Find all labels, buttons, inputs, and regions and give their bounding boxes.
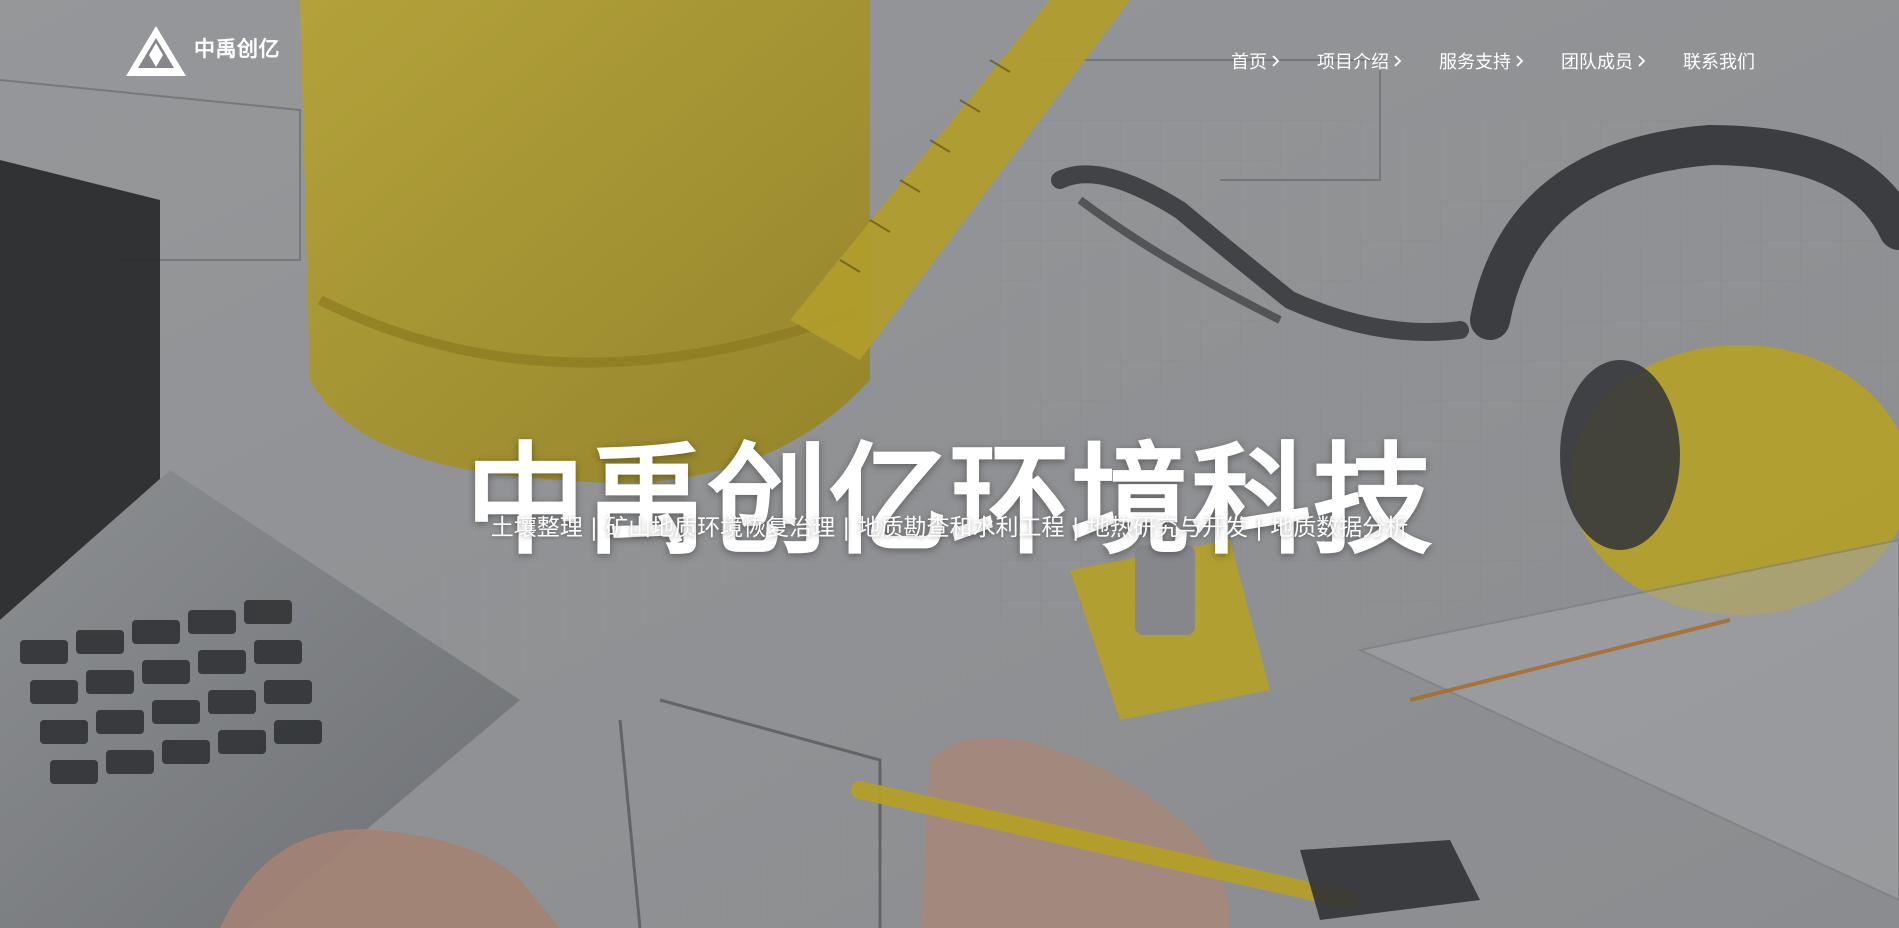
hero-title: 中禹创亿环境科技 <box>465 432 1434 572</box>
nav-contact-label: 联系我们 <box>1683 52 1755 73</box>
hero-subtitle: 土壤整理 | 矿山地质环境恢复治理 | 地质勘查和水利工程 | 地热研究与开发 … <box>490 515 1409 541</box>
chevron-right-icon <box>1516 55 1524 67</box>
brand-name: 中禹创亿 <box>194 36 280 61</box>
hero-section: 中禹创亿 首页 项目介绍 服务支持 团队成员 联系我们 中禹创亿环境科技 土壤整… <box>0 0 1899 928</box>
chevron-right-icon <box>1272 55 1280 67</box>
nav-team[interactable]: 团队成员 <box>1561 48 1646 74</box>
chevron-right-icon <box>1638 55 1646 67</box>
nav-home[interactable]: 首页 <box>1231 48 1280 74</box>
nav-projects-label: 项目介绍 <box>1317 52 1389 73</box>
chevron-right-icon <box>1394 55 1402 67</box>
nav-contact[interactable]: 联系我们 <box>1683 48 1755 74</box>
nav-home-label: 首页 <box>1231 52 1267 73</box>
nav-services-label: 服务支持 <box>1439 52 1511 73</box>
nav-team-label: 团队成员 <box>1561 52 1633 73</box>
top-nav: 首页 项目介绍 服务支持 团队成员 联系我们 <box>1231 48 1755 74</box>
triangle-logo-icon <box>126 26 186 76</box>
nav-services[interactable]: 服务支持 <box>1439 48 1524 74</box>
nav-projects[interactable]: 项目介绍 <box>1317 48 1402 74</box>
brand[interactable]: 中禹创亿 <box>124 24 280 78</box>
